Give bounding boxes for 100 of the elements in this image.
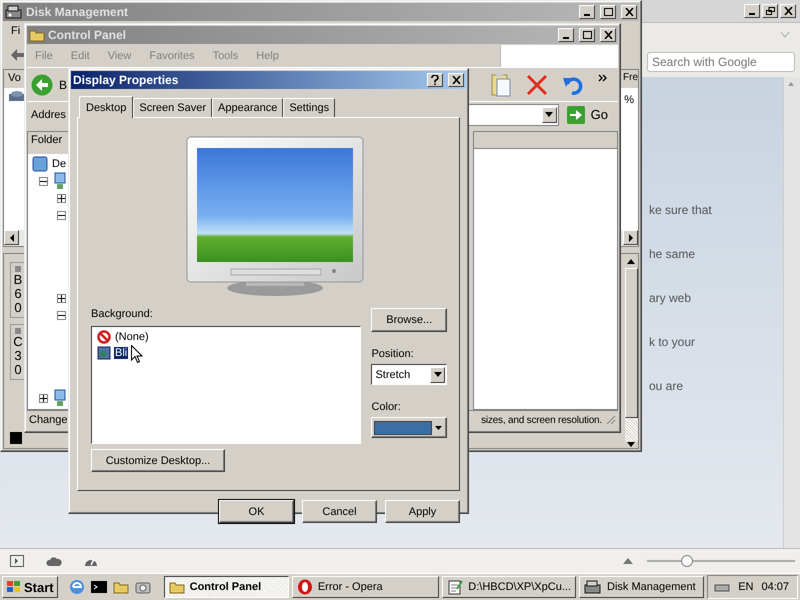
dialog-button[interactable]: OK bbox=[219, 500, 294, 523]
expand-button[interactable] bbox=[57, 294, 66, 303]
tree-toggle-icon bbox=[58, 194, 65, 202]
dropdown-arrow-icon bbox=[434, 372, 442, 377]
close-icon bbox=[784, 7, 792, 15]
terminal-icon[interactable] bbox=[90, 579, 107, 595]
collapse-button[interactable] bbox=[39, 176, 48, 186]
list-item[interactable]: (None) bbox=[114, 331, 150, 343]
disk-label-text: B bbox=[14, 273, 22, 287]
status-text: Change bbox=[29, 414, 68, 426]
dialog-button[interactable]: Cancel bbox=[302, 500, 377, 523]
close-button[interactable] bbox=[780, 4, 796, 18]
collapse-button[interactable] bbox=[57, 310, 66, 320]
mouse-cursor-icon bbox=[131, 345, 143, 364]
taskbar-button[interactable]: Control Panel bbox=[164, 576, 289, 598]
tab[interactable]: Settings bbox=[283, 98, 336, 117]
expand-button[interactable] bbox=[39, 394, 48, 403]
window-title: Disk Management bbox=[26, 5, 128, 19]
desktop-icon bbox=[32, 156, 48, 172]
delete-icon[interactable] bbox=[526, 74, 548, 96]
disk-label-text: 3 bbox=[14, 349, 22, 363]
notepad-icon bbox=[447, 579, 464, 595]
page-text: ke sure that bbox=[649, 203, 713, 217]
dropdown-arrow-icon bbox=[435, 426, 442, 430]
collapse-button[interactable] bbox=[57, 210, 66, 220]
position-dropdown[interactable]: Stretch bbox=[371, 364, 447, 385]
menu-item[interactable]: Fi bbox=[11, 25, 20, 37]
maximize-icon bbox=[604, 8, 612, 16]
position-label: Position: bbox=[371, 348, 415, 362]
triangle-up-icon[interactable] bbox=[623, 558, 633, 564]
taskbar-button[interactable]: Error - Opera bbox=[292, 576, 440, 598]
scroll-right-button[interactable] bbox=[623, 230, 638, 245]
page-text: k to your bbox=[649, 335, 696, 349]
customize-desktop-button[interactable]: Customize Desktop... bbox=[91, 449, 225, 472]
color-picker-button[interactable] bbox=[371, 417, 447, 438]
disk-label-text: C bbox=[13, 335, 23, 349]
question-mark-icon bbox=[431, 75, 439, 85]
disk-icon bbox=[5, 4, 23, 20]
status-text: sizes, and screen resolution. bbox=[481, 414, 602, 426]
pane-title: Folder bbox=[31, 134, 62, 146]
background-label: Background: bbox=[91, 308, 154, 322]
clock: 04:07 bbox=[761, 581, 789, 593]
zoom-slider[interactable] bbox=[647, 554, 795, 568]
clipboard-icon[interactable] bbox=[490, 72, 512, 98]
tree-toggle-icon bbox=[40, 394, 47, 402]
panel-icon[interactable] bbox=[10, 555, 24, 567]
cloud-icon[interactable] bbox=[46, 556, 62, 566]
tree-toggle-icon bbox=[58, 294, 65, 302]
restore-button[interactable] bbox=[762, 4, 778, 18]
column-header[interactable]: Fre bbox=[623, 70, 638, 88]
minimize-button[interactable] bbox=[744, 4, 760, 18]
tree-item[interactable]: De bbox=[52, 158, 66, 170]
table-cell: % bbox=[624, 94, 634, 106]
tab[interactable]: Appearance bbox=[212, 98, 284, 117]
background-list[interactable]: (None) Bli bbox=[91, 326, 362, 444]
color-label: Color: bbox=[371, 401, 402, 415]
left-arrow-icon bbox=[8, 234, 14, 242]
address-label: Addres bbox=[31, 108, 66, 121]
back-button[interactable]: B bbox=[31, 74, 68, 96]
taskbar-button[interactable]: D:\HBCD\XP\XpCu... bbox=[442, 576, 576, 598]
resize-grip-icon[interactable] bbox=[606, 415, 616, 426]
right-arrow-icon bbox=[628, 234, 634, 242]
image-file-icon bbox=[97, 346, 111, 360]
browse-button[interactable]: Browse... bbox=[371, 308, 447, 332]
disk-icon bbox=[584, 579, 602, 595]
taskbar-button[interactable]: Disk Management bbox=[579, 576, 704, 598]
list-item[interactable]: Bli bbox=[114, 347, 128, 359]
scroll-thumb[interactable] bbox=[624, 268, 638, 418]
close-icon bbox=[604, 31, 612, 39]
scroll-left-button[interactable] bbox=[4, 230, 19, 245]
computer-icon bbox=[52, 172, 68, 190]
dialog-button[interactable]: Apply bbox=[385, 500, 460, 523]
drive-icon[interactable] bbox=[714, 582, 730, 592]
close-button[interactable] bbox=[448, 73, 464, 87]
close-icon bbox=[624, 8, 634, 16]
disk-label-text: 6 bbox=[14, 287, 22, 301]
opera-icon bbox=[296, 579, 313, 595]
drive-icon bbox=[8, 90, 26, 102]
prohibited-icon bbox=[97, 330, 111, 344]
browser-icon[interactable] bbox=[68, 579, 85, 595]
tab[interactable]: Screen Saver bbox=[133, 98, 212, 117]
window-title: Control Panel bbox=[48, 28, 126, 42]
go-button[interactable]: Go bbox=[562, 106, 612, 124]
disk-label-text: 0 bbox=[14, 301, 22, 315]
start-button[interactable]: Start bbox=[2, 576, 58, 598]
search-field[interactable]: Search with Google bbox=[647, 52, 795, 72]
maximize-icon bbox=[582, 31, 592, 39]
help-button[interactable] bbox=[427, 73, 443, 87]
folder-icon bbox=[29, 28, 45, 42]
chevron-icon[interactable] bbox=[598, 74, 608, 82]
language-indicator[interactable]: EN bbox=[738, 581, 754, 593]
network-icon bbox=[52, 389, 68, 408]
page-text: he same bbox=[649, 247, 696, 261]
disk-label-text: 0 bbox=[14, 363, 22, 377]
expand-button[interactable] bbox=[57, 194, 66, 203]
tab[interactable]: Desktop bbox=[79, 96, 134, 118]
folder-icon bbox=[168, 580, 185, 594]
back-arrow-icon[interactable] bbox=[11, 49, 25, 61]
restore-icon bbox=[766, 7, 774, 15]
page-text: ary web bbox=[649, 291, 692, 305]
